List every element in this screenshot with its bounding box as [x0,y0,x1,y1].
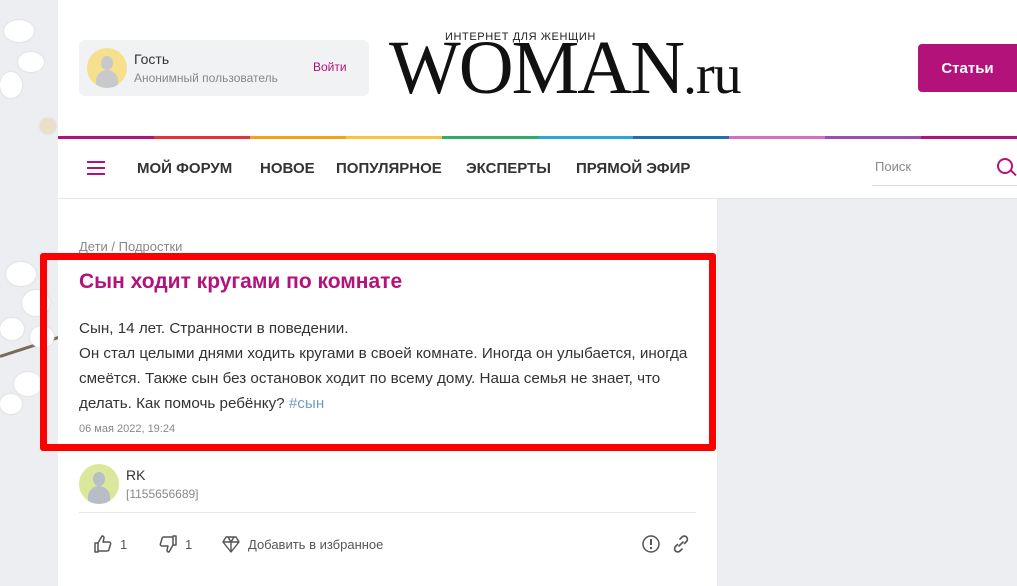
like-button[interactable]: 1 [93,532,127,556]
thumbs-up-icon [94,535,112,553]
thumbs-down-icon [159,535,177,553]
dislike-button[interactable]: 1 [158,532,192,556]
nav-item-new[interactable]: НОВОЕ [260,160,315,177]
author-name[interactable]: RK [126,467,145,483]
main-nav: МОЙ ФОРУМ НОВОЕ ПОПУЛЯРНОЕ ЭКСПЕРТЫ ПРЯМ… [58,139,1017,199]
nav-item-my-forum[interactable]: МОЙ ФОРУМ [137,160,232,177]
report-button[interactable] [641,532,661,556]
dislike-count: 1 [185,536,193,552]
nav-item-experts[interactable]: ЭКСПЕРТЫ [466,160,551,177]
link-icon [673,535,689,553]
user-name: Гость [134,51,170,67]
divider [79,512,696,513]
header: Гость Анонимный пользователь Войти ИНТЕР… [58,0,1017,139]
diamond-icon [222,536,240,553]
nav-item-popular[interactable]: ПОПУЛЯРНОЕ [336,160,442,177]
author-avatar-icon[interactable] [79,464,119,504]
breadcrumb[interactable]: Дети / Подростки [79,239,182,254]
report-icon [642,535,660,553]
site-logo[interactable]: ИНТЕРНЕТ ДЛЯ ЖЕНЩИН WOMAN.ru [389,28,742,108]
add-favorite-label: Добавить в избранное [248,536,384,552]
author-id: [1155656689] [126,487,199,501]
logo-wordmark: WOMAN.ru [389,26,742,110]
search-box[interactable]: Поиск [872,149,1017,186]
add-favorite-button[interactable]: Добавить в избранное [221,532,383,556]
user-box[interactable]: Гость Анонимный пользователь Войти [79,40,369,96]
nav-item-live[interactable]: ПРЯМОЙ ЭФИР [576,160,690,177]
highlight-box [40,253,716,451]
user-subtitle: Анонимный пользователь [134,71,278,85]
articles-button[interactable]: Статьи [918,44,1017,92]
user-avatar-icon [87,48,127,88]
search-icon[interactable] [997,158,1013,174]
login-link[interactable]: Войти [313,60,347,74]
hamburger-menu-icon[interactable] [87,161,105,175]
like-count: 1 [120,536,128,552]
copy-link-button[interactable] [671,532,691,556]
search-input[interactable]: Поиск [875,159,911,174]
right-sidebar [718,199,1017,586]
